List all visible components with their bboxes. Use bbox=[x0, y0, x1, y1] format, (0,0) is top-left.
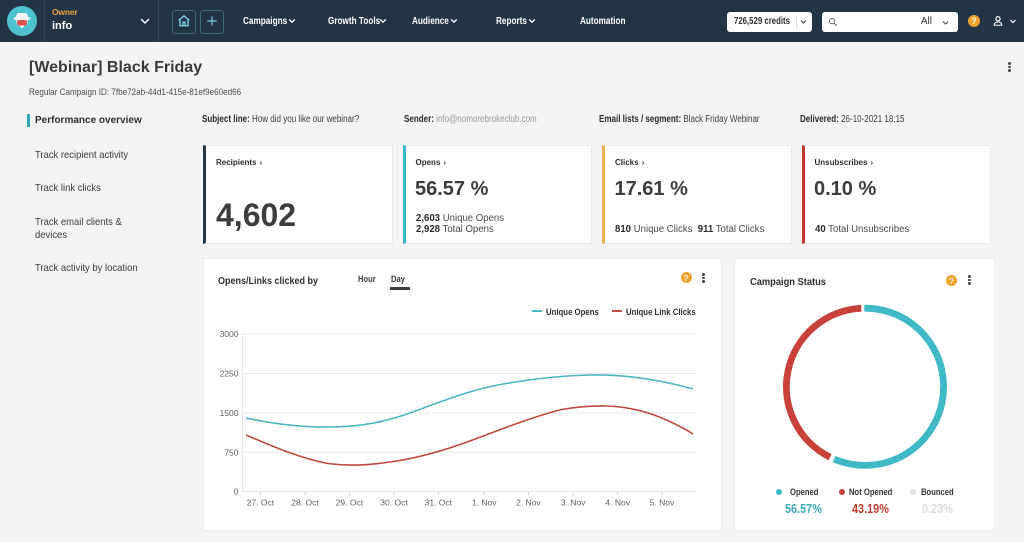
svg-text:3. Nov: 3. Nov bbox=[561, 498, 586, 508]
svg-text:1500: 1500 bbox=[220, 408, 239, 418]
svg-text:2250: 2250 bbox=[220, 369, 239, 379]
svg-text:28. Oct: 28. Oct bbox=[291, 498, 319, 508]
svg-text:750: 750 bbox=[224, 447, 238, 457]
svg-text:27. Oct: 27. Oct bbox=[247, 498, 275, 508]
svg-text:3000: 3000 bbox=[220, 329, 239, 339]
svg-text:5. Nov: 5. Nov bbox=[650, 498, 675, 508]
svg-text:4. Nov: 4. Nov bbox=[605, 498, 630, 508]
svg-text:0: 0 bbox=[234, 487, 239, 497]
svg-text:2. Nov: 2. Nov bbox=[516, 498, 541, 508]
svg-text:29. Oct: 29. Oct bbox=[336, 498, 364, 508]
svg-text:31. Oct: 31. Oct bbox=[425, 498, 453, 508]
svg-text:1. Nov: 1. Nov bbox=[472, 498, 497, 508]
svg-text:30. Oct: 30. Oct bbox=[380, 498, 408, 508]
